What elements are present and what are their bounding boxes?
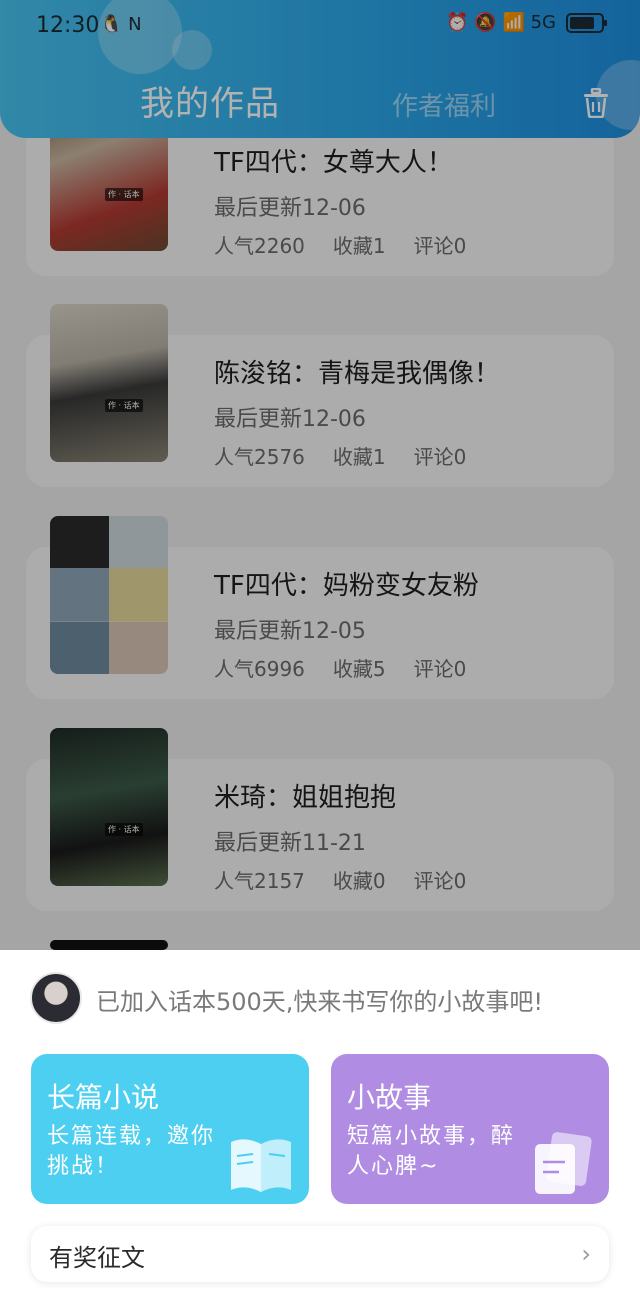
- modal-overlay[interactable]: [0, 0, 640, 950]
- long-novel-button[interactable]: 长篇小说 长篇连载，邀你挑战！: [31, 1054, 309, 1204]
- short-story-title: 小故事: [347, 1081, 432, 1114]
- note-pages-icon: [535, 1132, 592, 1194]
- short-story-description: 短篇小故事，醉人心脾~: [347, 1124, 516, 1179]
- short-story-button[interactable]: 小故事 短篇小故事，醉人心脾~: [331, 1054, 609, 1204]
- avatar: [30, 972, 82, 1024]
- long-novel-title: 长篇小说: [47, 1081, 160, 1114]
- long-novel-description: 长篇连载，邀你挑战！: [47, 1124, 216, 1179]
- chevron-right-icon: ›: [581, 1240, 591, 1268]
- prize-contest-row[interactable]: 有奖征文 ›: [31, 1226, 609, 1282]
- create-bottom-sheet: 已加入话本500天,快来书写你的小故事吧! 长篇小说 长篇连载，邀你挑战！ 小故…: [0, 950, 640, 1307]
- prize-contest-label: 有奖征文: [49, 1244, 145, 1272]
- join-days-message: 已加入话本500天,快来书写你的小故事吧!: [96, 988, 544, 1016]
- open-book-icon: [231, 1139, 291, 1192]
